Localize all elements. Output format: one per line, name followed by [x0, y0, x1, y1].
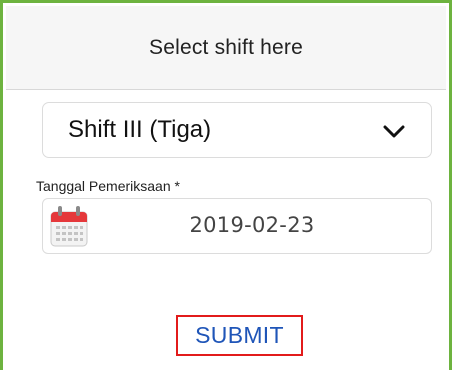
date-field-label: Tanggal Pemeriksaan *	[36, 178, 180, 194]
header-bar: Select shift here	[6, 6, 446, 90]
header-title: Select shift here	[149, 35, 303, 59]
submit-button-label: SUBMIT	[195, 322, 284, 348]
calendar-icon	[50, 206, 88, 247]
submit-button[interactable]: SUBMIT	[176, 315, 303, 356]
shift-select-value: Shift III (Tiga)	[68, 116, 212, 143]
date-field[interactable]: 2019-02-23	[42, 198, 432, 254]
chevron-down-icon	[383, 125, 405, 138]
shift-select[interactable]: Shift III (Tiga)	[42, 102, 432, 158]
date-field-value: 2019-02-23	[189, 213, 315, 237]
